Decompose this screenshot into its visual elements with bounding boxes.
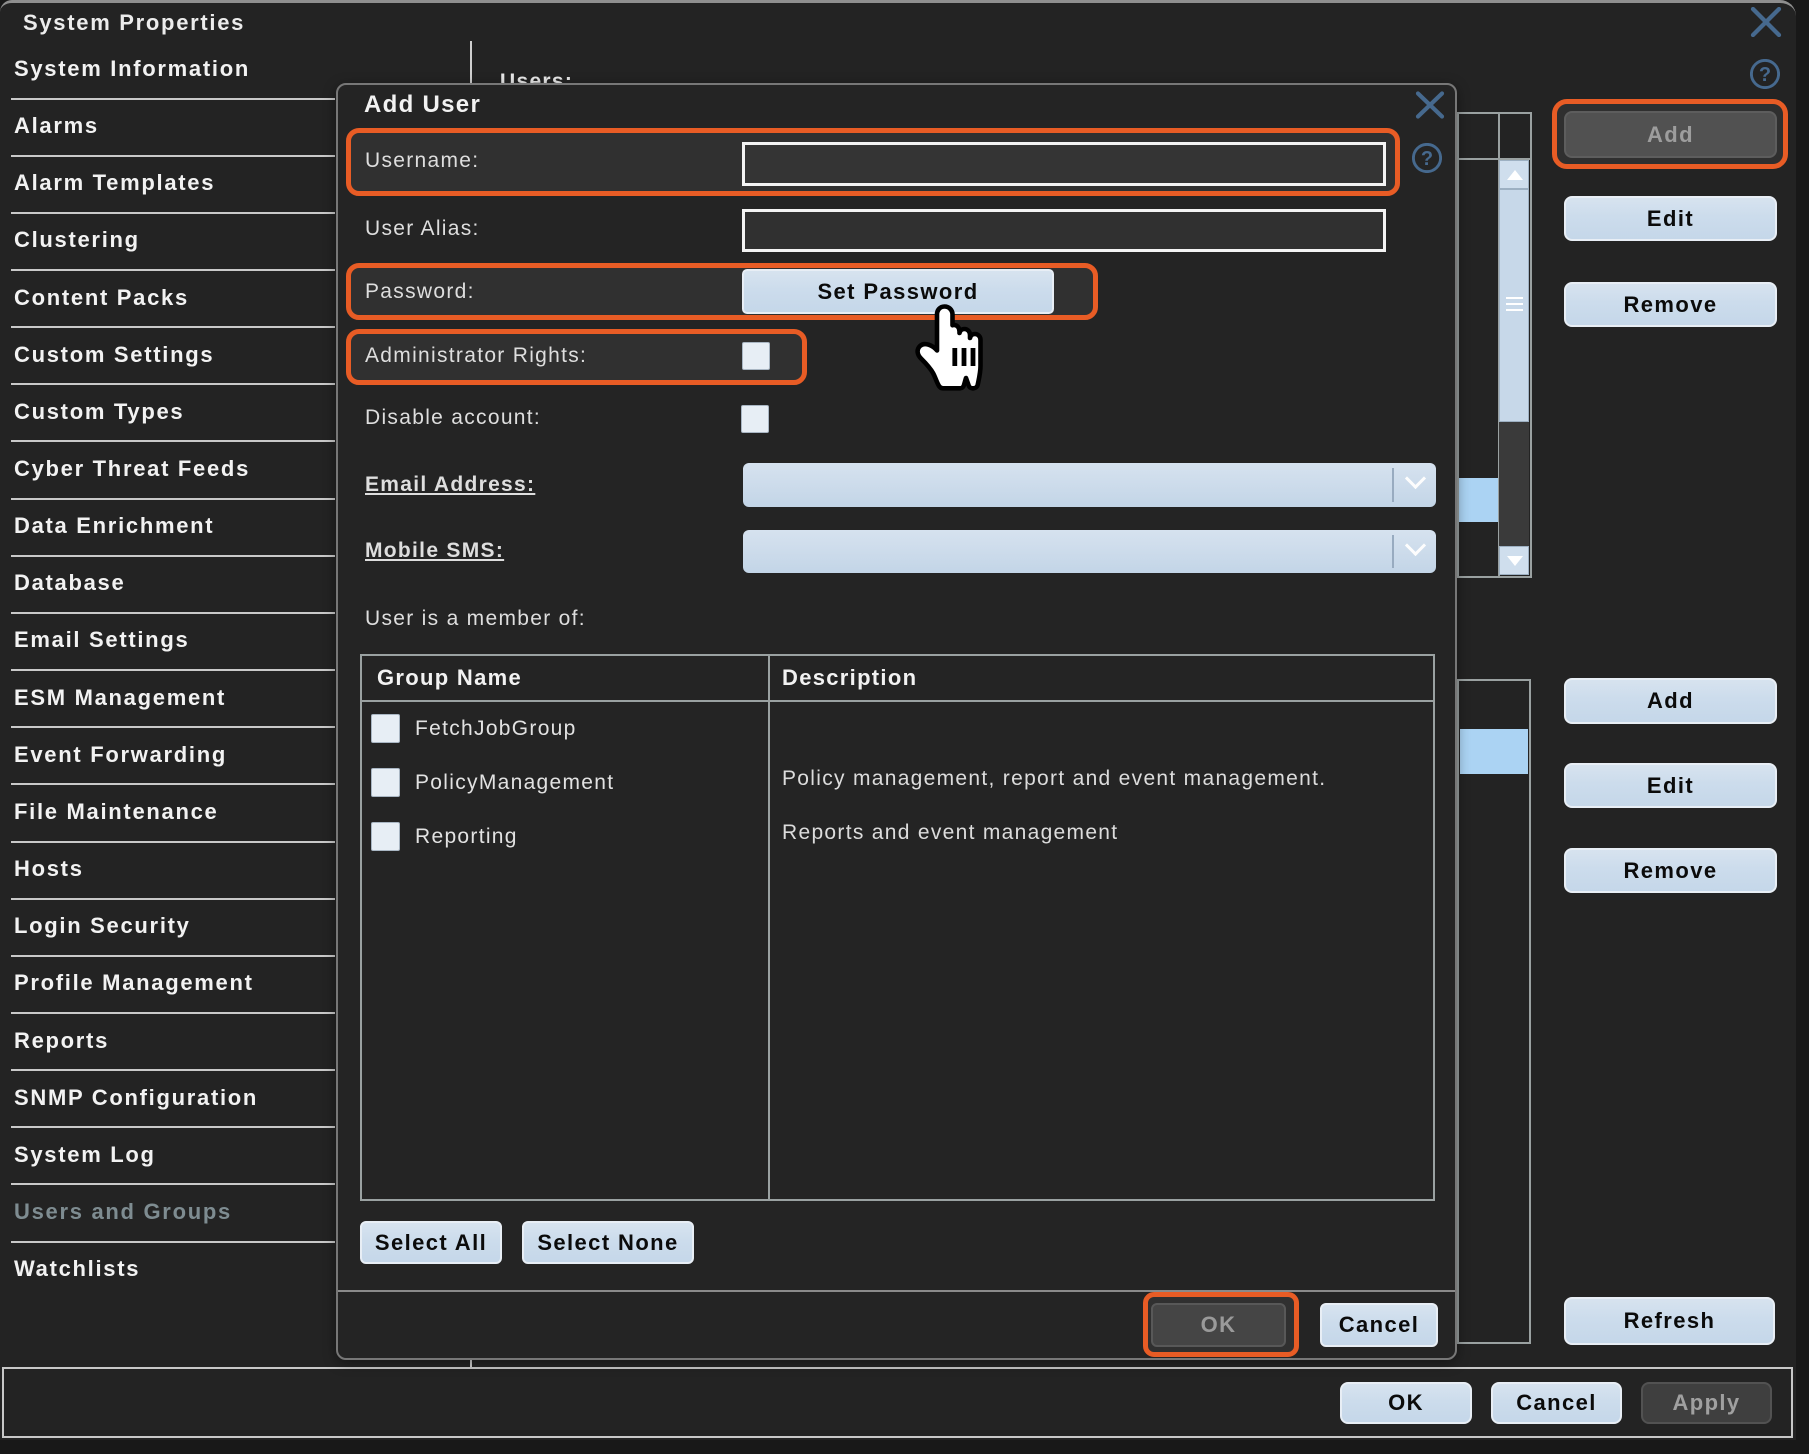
svg-text:?: ? xyxy=(1759,64,1771,86)
svg-text:?: ? xyxy=(1421,148,1433,170)
